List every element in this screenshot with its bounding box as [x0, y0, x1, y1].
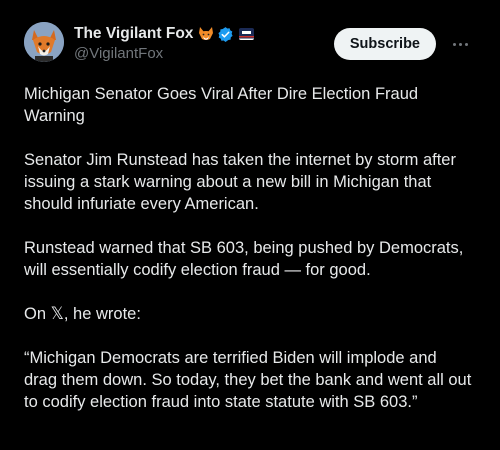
post-body: Michigan Senator Goes Viral After Dire E…: [24, 83, 489, 435]
post-card: The Vigilant Fox @VigilantFox Subscribe …: [0, 0, 500, 450]
ellipsis-dot: [464, 42, 468, 46]
ellipsis-dot: [458, 42, 462, 46]
affiliate-badge-icon[interactable]: [239, 28, 255, 40]
post-quote: “Michigan Democrats are terrified Biden …: [24, 349, 472, 411]
subscribe-button[interactable]: Subscribe: [333, 28, 436, 60]
author-display-name[interactable]: The Vigilant Fox: [74, 25, 193, 43]
fox-avatar-icon[interactable]: [24, 22, 64, 62]
ellipsis-icon[interactable]: [448, 32, 472, 56]
author-handle[interactable]: @VigilantFox: [74, 45, 254, 62]
post-header: The Vigilant Fox @VigilantFox Subscribe: [24, 22, 484, 70]
post-paragraph: Runstead warned that SB 603, being pushe…: [24, 239, 464, 279]
post-paragraph: On 𝕏, he wrote:: [24, 305, 141, 323]
author-name-row: The Vigilant Fox: [74, 24, 255, 44]
post-headline: Michigan Senator Goes Viral After Dire E…: [24, 85, 419, 125]
fox-emoji-icon: [198, 26, 214, 42]
verified-badge-icon[interactable]: [217, 26, 234, 43]
post-paragraph: Senator Jim Runstead has taken the inter…: [24, 151, 456, 213]
ellipsis-dot: [452, 42, 456, 46]
author-block: The Vigilant Fox @VigilantFox: [74, 24, 255, 62]
